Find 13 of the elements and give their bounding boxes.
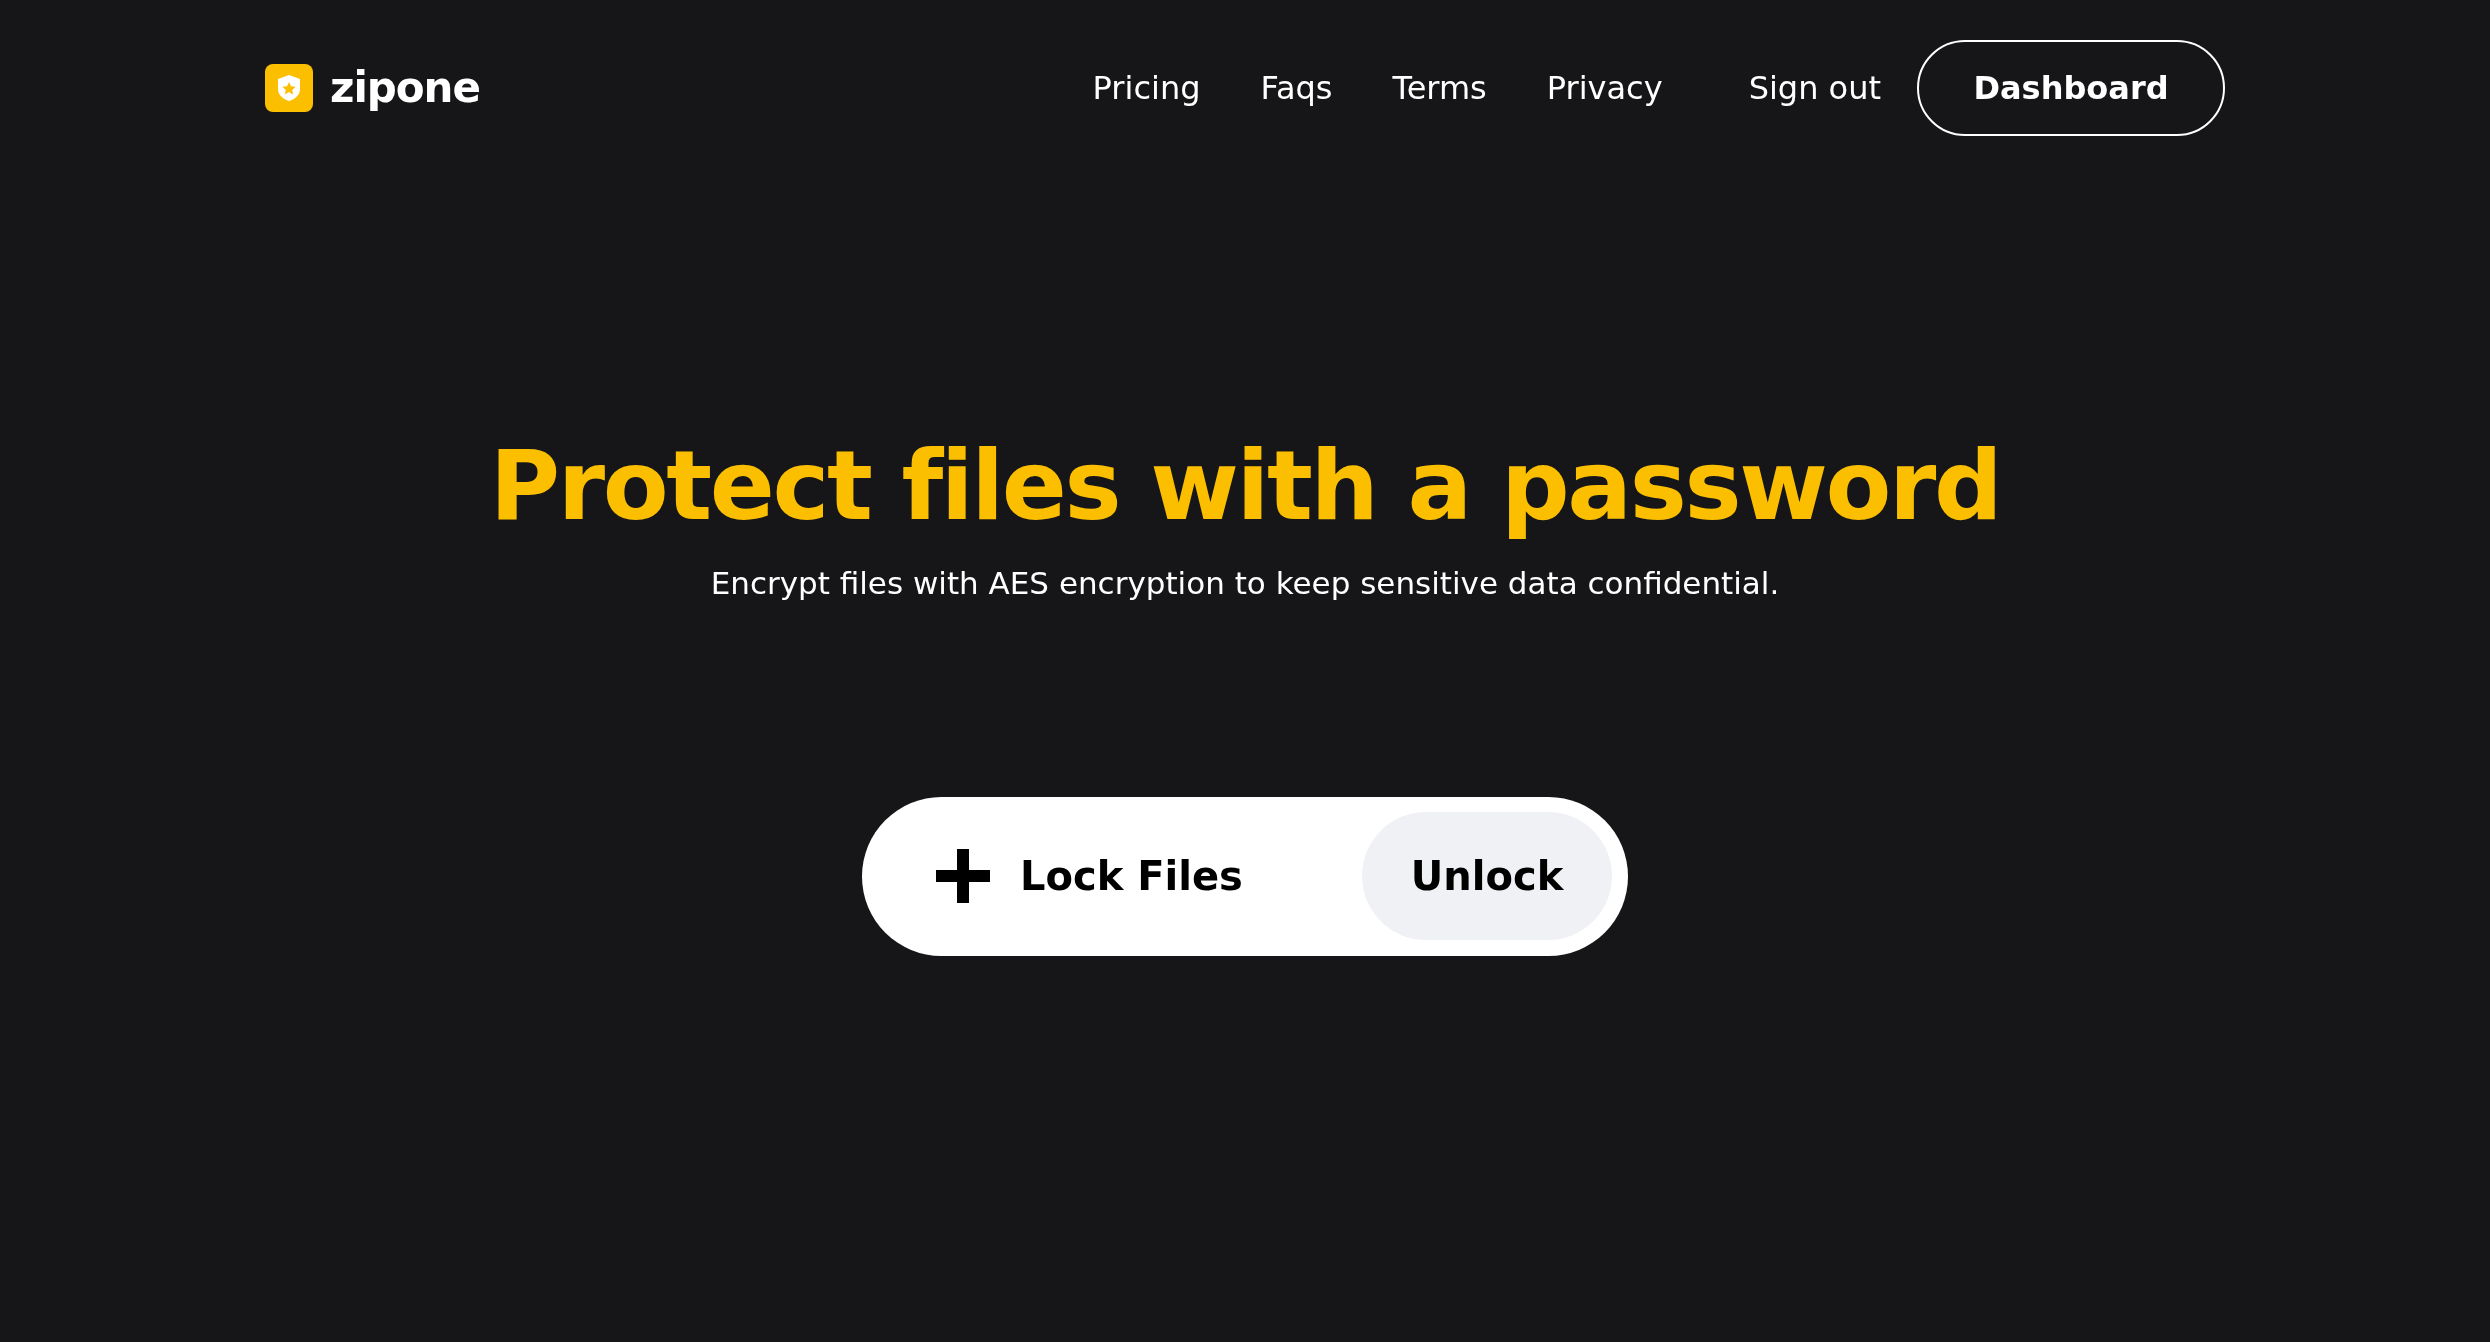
dashboard-button[interactable]: Dashboard bbox=[1917, 40, 2225, 136]
shield-logo-icon bbox=[265, 64, 313, 112]
unlock-button[interactable]: Unlock bbox=[1362, 812, 1612, 940]
sign-out-link[interactable]: Sign out bbox=[1748, 64, 1881, 112]
nav-link[interactable]: Terms bbox=[1392, 64, 1487, 112]
plus-icon bbox=[936, 849, 990, 903]
nav-link[interactable]: Faqs bbox=[1260, 64, 1333, 112]
nav-link[interactable]: Pricing bbox=[1092, 64, 1201, 112]
brand-name[interactable]: zipone bbox=[330, 67, 480, 109]
hero-subtitle: Encrypt files with AES encryption to keep sensitive data confidential. bbox=[710, 564, 1780, 603]
hero-title: Protect files with a password bbox=[489, 429, 2001, 544]
nav-link[interactable]: Privacy bbox=[1546, 64, 1663, 112]
lock-files-button[interactable]: Lock Files bbox=[936, 846, 1243, 906]
